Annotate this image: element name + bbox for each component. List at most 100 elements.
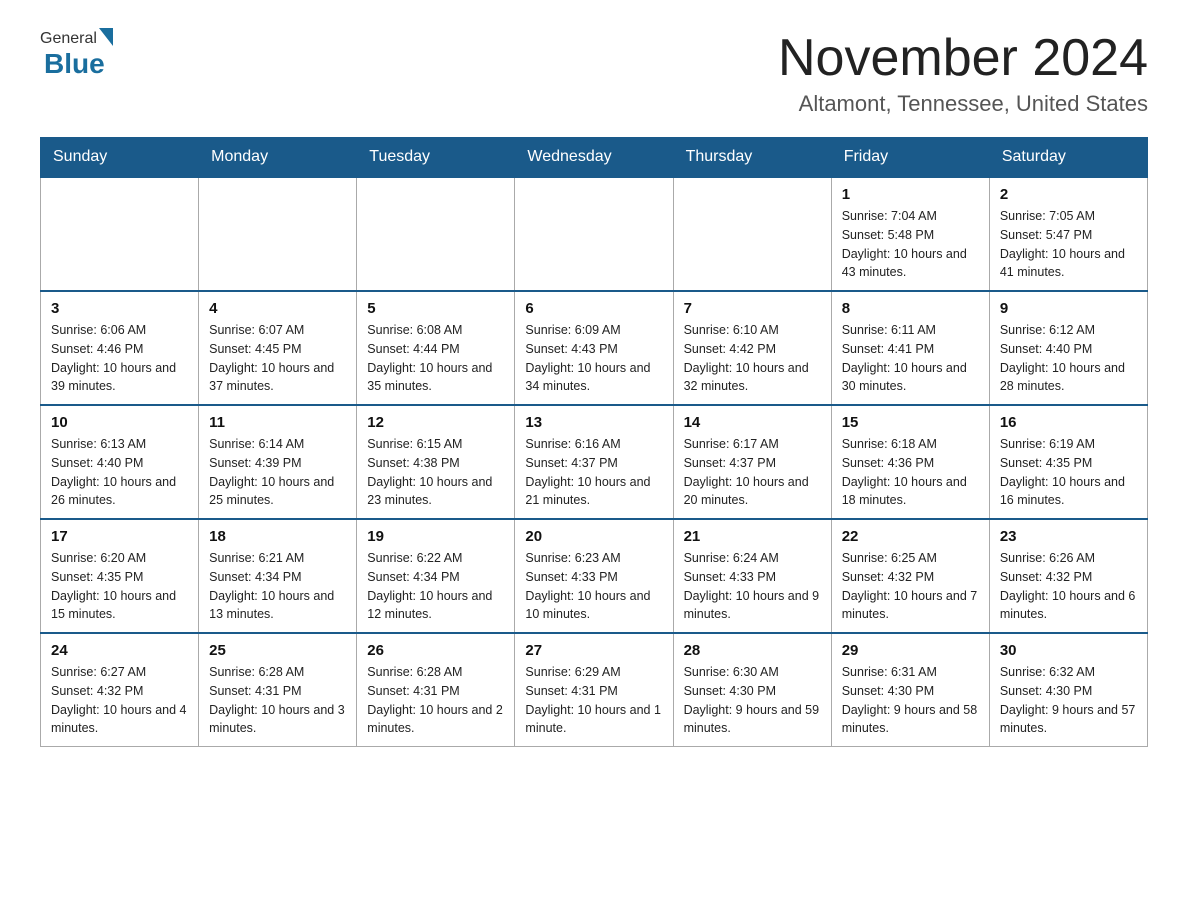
- day-info: Sunrise: 7:04 AMSunset: 5:48 PMDaylight:…: [842, 207, 979, 282]
- logo-general-text: General: [40, 30, 97, 48]
- calendar-cell: 27 Sunrise: 6:29 AMSunset: 4:31 PMDayligh…: [515, 633, 673, 747]
- calendar-cell: 7 Sunrise: 6:10 AMSunset: 4:42 PMDaylight…: [673, 291, 831, 405]
- calendar-cell: 28 Sunrise: 6:30 AMSunset: 4:30 PMDayligh…: [673, 633, 831, 747]
- day-info: Sunrise: 6:29 AMSunset: 4:31 PMDaylight:…: [525, 663, 662, 738]
- calendar-week-row: 3 Sunrise: 6:06 AMSunset: 4:46 PMDaylight…: [41, 291, 1148, 405]
- day-info: Sunrise: 6:14 AMSunset: 4:39 PMDaylight:…: [209, 435, 346, 510]
- day-number: 28: [684, 642, 821, 659]
- day-number: 29: [842, 642, 979, 659]
- weekday-header-sunday: Sunday: [41, 138, 199, 178]
- day-number: 13: [525, 414, 662, 431]
- weekday-header-thursday: Thursday: [673, 138, 831, 178]
- day-info: Sunrise: 6:06 AMSunset: 4:46 PMDaylight:…: [51, 321, 188, 396]
- calendar-cell: 9Sunrise: 6:12 AMSunset: 4:40 PMDaylight…: [989, 291, 1147, 405]
- day-number: 2: [1000, 186, 1137, 203]
- day-info: Sunrise: 6:13 AMSunset: 4:40 PMDaylight:…: [51, 435, 188, 510]
- day-info: Sunrise: 6:22 AMSunset: 4:34 PMDaylight:…: [367, 549, 504, 624]
- day-info: Sunrise: 6:23 AMSunset: 4:33 PMDaylight:…: [525, 549, 662, 624]
- day-info: Sunrise: 6:27 AMSunset: 4:32 PMDaylight:…: [51, 663, 188, 738]
- calendar-cell: 26 Sunrise: 6:28 AMSunset: 4:31 PMDayligh…: [357, 633, 515, 747]
- day-number: 10: [51, 414, 188, 431]
- day-number: 4: [209, 300, 346, 317]
- calendar-cell: 11 Sunrise: 6:14 AMSunset: 4:39 PMDayligh…: [199, 405, 357, 519]
- day-number: 21: [684, 528, 821, 545]
- day-info: Sunrise: 6:26 AMSunset: 4:32 PMDaylight:…: [1000, 549, 1137, 624]
- day-number: 1: [842, 186, 979, 203]
- day-info: Sunrise: 6:15 AMSunset: 4:38 PMDaylight:…: [367, 435, 504, 510]
- calendar-week-row: 10 Sunrise: 6:13 AMSunset: 4:40 PMDayligh…: [41, 405, 1148, 519]
- calendar-cell: [357, 177, 515, 291]
- day-number: 11: [209, 414, 346, 431]
- day-info: Sunrise: 6:18 AMSunset: 4:36 PMDaylight:…: [842, 435, 979, 510]
- day-info: Sunrise: 6:09 AMSunset: 4:43 PMDaylight:…: [525, 321, 662, 396]
- calendar-week-row: 1 Sunrise: 7:04 AMSunset: 5:48 PMDaylight…: [41, 177, 1148, 291]
- weekday-header-row: SundayMondayTuesdayWednesdayThursdayFrid…: [41, 138, 1148, 178]
- day-info: Sunrise: 6:21 AMSunset: 4:34 PMDaylight:…: [209, 549, 346, 624]
- day-info: Sunrise: 6:12 AMSunset: 4:40 PMDaylight:…: [1000, 321, 1137, 396]
- day-info: Sunrise: 6:17 AMSunset: 4:37 PMDaylight:…: [684, 435, 821, 510]
- calendar-cell: [515, 177, 673, 291]
- calendar-cell: 1 Sunrise: 7:04 AMSunset: 5:48 PMDaylight…: [831, 177, 989, 291]
- calendar-cell: 12Sunrise: 6:15 AMSunset: 4:38 PMDayligh…: [357, 405, 515, 519]
- calendar-cell: 5Sunrise: 6:08 AMSunset: 4:44 PMDaylight…: [357, 291, 515, 405]
- calendar-cell: 30Sunrise: 6:32 AMSunset: 4:30 PMDayligh…: [989, 633, 1147, 747]
- calendar-cell: [673, 177, 831, 291]
- weekday-header-tuesday: Tuesday: [357, 138, 515, 178]
- calendar-cell: 21 Sunrise: 6:24 AMSunset: 4:33 PMDayligh…: [673, 519, 831, 633]
- day-info: Sunrise: 6:07 AMSunset: 4:45 PMDaylight:…: [209, 321, 346, 396]
- day-info: Sunrise: 6:28 AMSunset: 4:31 PMDaylight:…: [209, 663, 346, 738]
- day-number: 18: [209, 528, 346, 545]
- weekday-header-monday: Monday: [199, 138, 357, 178]
- calendar-cell: 25 Sunrise: 6:28 AMSunset: 4:31 PMDayligh…: [199, 633, 357, 747]
- day-info: Sunrise: 6:28 AMSunset: 4:31 PMDaylight:…: [367, 663, 504, 738]
- day-number: 26: [367, 642, 504, 659]
- location-subtitle: Altamont, Tennessee, United States: [778, 91, 1148, 117]
- calendar-cell: [199, 177, 357, 291]
- day-number: 3: [51, 300, 188, 317]
- calendar-cell: 24Sunrise: 6:27 AMSunset: 4:32 PMDayligh…: [41, 633, 199, 747]
- calendar-cell: 18 Sunrise: 6:21 AMSunset: 4:34 PMDayligh…: [199, 519, 357, 633]
- day-info: Sunrise: 6:30 AMSunset: 4:30 PMDaylight:…: [684, 663, 821, 738]
- day-number: 16: [1000, 414, 1137, 431]
- day-info: Sunrise: 6:16 AMSunset: 4:37 PMDaylight:…: [525, 435, 662, 510]
- weekday-header-saturday: Saturday: [989, 138, 1147, 178]
- day-number: 8: [842, 300, 979, 317]
- day-number: 22: [842, 528, 979, 545]
- day-number: 27: [525, 642, 662, 659]
- calendar-cell: 19 Sunrise: 6:22 AMSunset: 4:34 PMDayligh…: [357, 519, 515, 633]
- logo-blue-text: Blue: [44, 48, 105, 80]
- day-info: Sunrise: 6:24 AMSunset: 4:33 PMDaylight:…: [684, 549, 821, 624]
- day-info: Sunrise: 6:19 AMSunset: 4:35 PMDaylight:…: [1000, 435, 1137, 510]
- month-title: November 2024: [778, 30, 1148, 87]
- title-area: November 2024 Altamont, Tennessee, Unite…: [778, 30, 1148, 117]
- calendar-cell: 4 Sunrise: 6:07 AMSunset: 4:45 PMDaylight…: [199, 291, 357, 405]
- calendar-table: SundayMondayTuesdayWednesdayThursdayFrid…: [40, 137, 1148, 747]
- day-info: Sunrise: 7:05 AMSunset: 5:47 PMDaylight:…: [1000, 207, 1137, 282]
- calendar-week-row: 17Sunrise: 6:20 AMSunset: 4:35 PMDayligh…: [41, 519, 1148, 633]
- calendar-cell: 3 Sunrise: 6:06 AMSunset: 4:46 PMDaylight…: [41, 291, 199, 405]
- page-header: General Blue November 2024 Altamont, Ten…: [40, 30, 1148, 117]
- calendar-cell: 23Sunrise: 6:26 AMSunset: 4:32 PMDayligh…: [989, 519, 1147, 633]
- calendar-cell: 13 Sunrise: 6:16 AMSunset: 4:37 PMDayligh…: [515, 405, 673, 519]
- day-number: 14: [684, 414, 821, 431]
- day-number: 6: [525, 300, 662, 317]
- calendar-cell: 22 Sunrise: 6:25 AMSunset: 4:32 PMDayligh…: [831, 519, 989, 633]
- calendar-cell: 20Sunrise: 6:23 AMSunset: 4:33 PMDayligh…: [515, 519, 673, 633]
- weekday-header-friday: Friday: [831, 138, 989, 178]
- calendar-cell: 8 Sunrise: 6:11 AMSunset: 4:41 PMDaylight…: [831, 291, 989, 405]
- day-number: 19: [367, 528, 504, 545]
- calendar-cell: 16 Sunrise: 6:19 AMSunset: 4:35 PMDayligh…: [989, 405, 1147, 519]
- calendar-cell: [41, 177, 199, 291]
- day-number: 7: [684, 300, 821, 317]
- calendar-cell: 14 Sunrise: 6:17 AMSunset: 4:37 PMDayligh…: [673, 405, 831, 519]
- day-number: 25: [209, 642, 346, 659]
- day-info: Sunrise: 6:25 AMSunset: 4:32 PMDaylight:…: [842, 549, 979, 624]
- day-number: 30: [1000, 642, 1137, 659]
- day-info: Sunrise: 6:11 AMSunset: 4:41 PMDaylight:…: [842, 321, 979, 396]
- weekday-header-wednesday: Wednesday: [515, 138, 673, 178]
- day-info: Sunrise: 6:20 AMSunset: 4:35 PMDaylight:…: [51, 549, 188, 624]
- day-info: Sunrise: 6:31 AMSunset: 4:30 PMDaylight:…: [842, 663, 979, 738]
- day-info: Sunrise: 6:10 AMSunset: 4:42 PMDaylight:…: [684, 321, 821, 396]
- day-number: 5: [367, 300, 504, 317]
- calendar-cell: 2 Sunrise: 7:05 AMSunset: 5:47 PMDaylight…: [989, 177, 1147, 291]
